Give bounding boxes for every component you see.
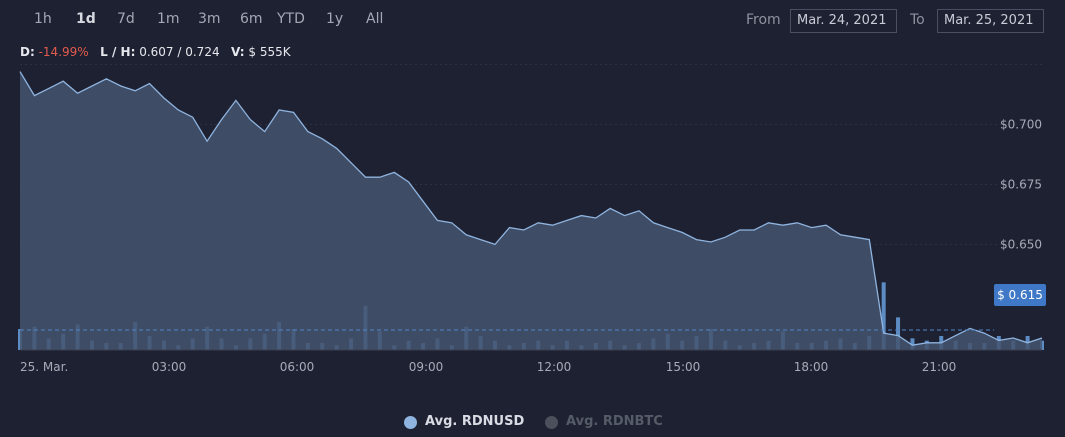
x-tick-label: 06:00	[280, 360, 315, 374]
price-chart[interactable]: $0.700 $0.675 $0.650 25. Mar. 03:00 06:00 09:0…	[0, 0, 1065, 402]
legend-label-rdnbtc: Avg. RDNBTC	[566, 414, 663, 429]
current-price-tag: $ 0.615	[994, 284, 1046, 306]
y-tick-label: $0.650	[1000, 237, 1042, 251]
legend-label-rdnusd: Avg. RDNUSD	[425, 414, 525, 429]
x-tick-label: 15:00	[666, 360, 701, 374]
x-tick-label: 03:00	[152, 360, 187, 374]
x-tick-label: 12:00	[537, 360, 572, 374]
x-tick-label: 18:00	[794, 360, 829, 374]
legend-dot-rdnusd	[404, 416, 417, 429]
y-tick-label: $0.700	[1000, 117, 1042, 131]
x-tick-label: 09:00	[409, 360, 444, 374]
x-tick-label: 21:00	[922, 360, 957, 374]
price-area	[20, 71, 1042, 350]
x-tick-label: 25. Mar.	[20, 360, 68, 374]
legend: Avg. RDNUSD Avg. RDNBTC	[0, 402, 1065, 437]
legend-dot-rdnbtc	[545, 416, 558, 429]
y-tick-label: $0.675	[1000, 177, 1042, 191]
